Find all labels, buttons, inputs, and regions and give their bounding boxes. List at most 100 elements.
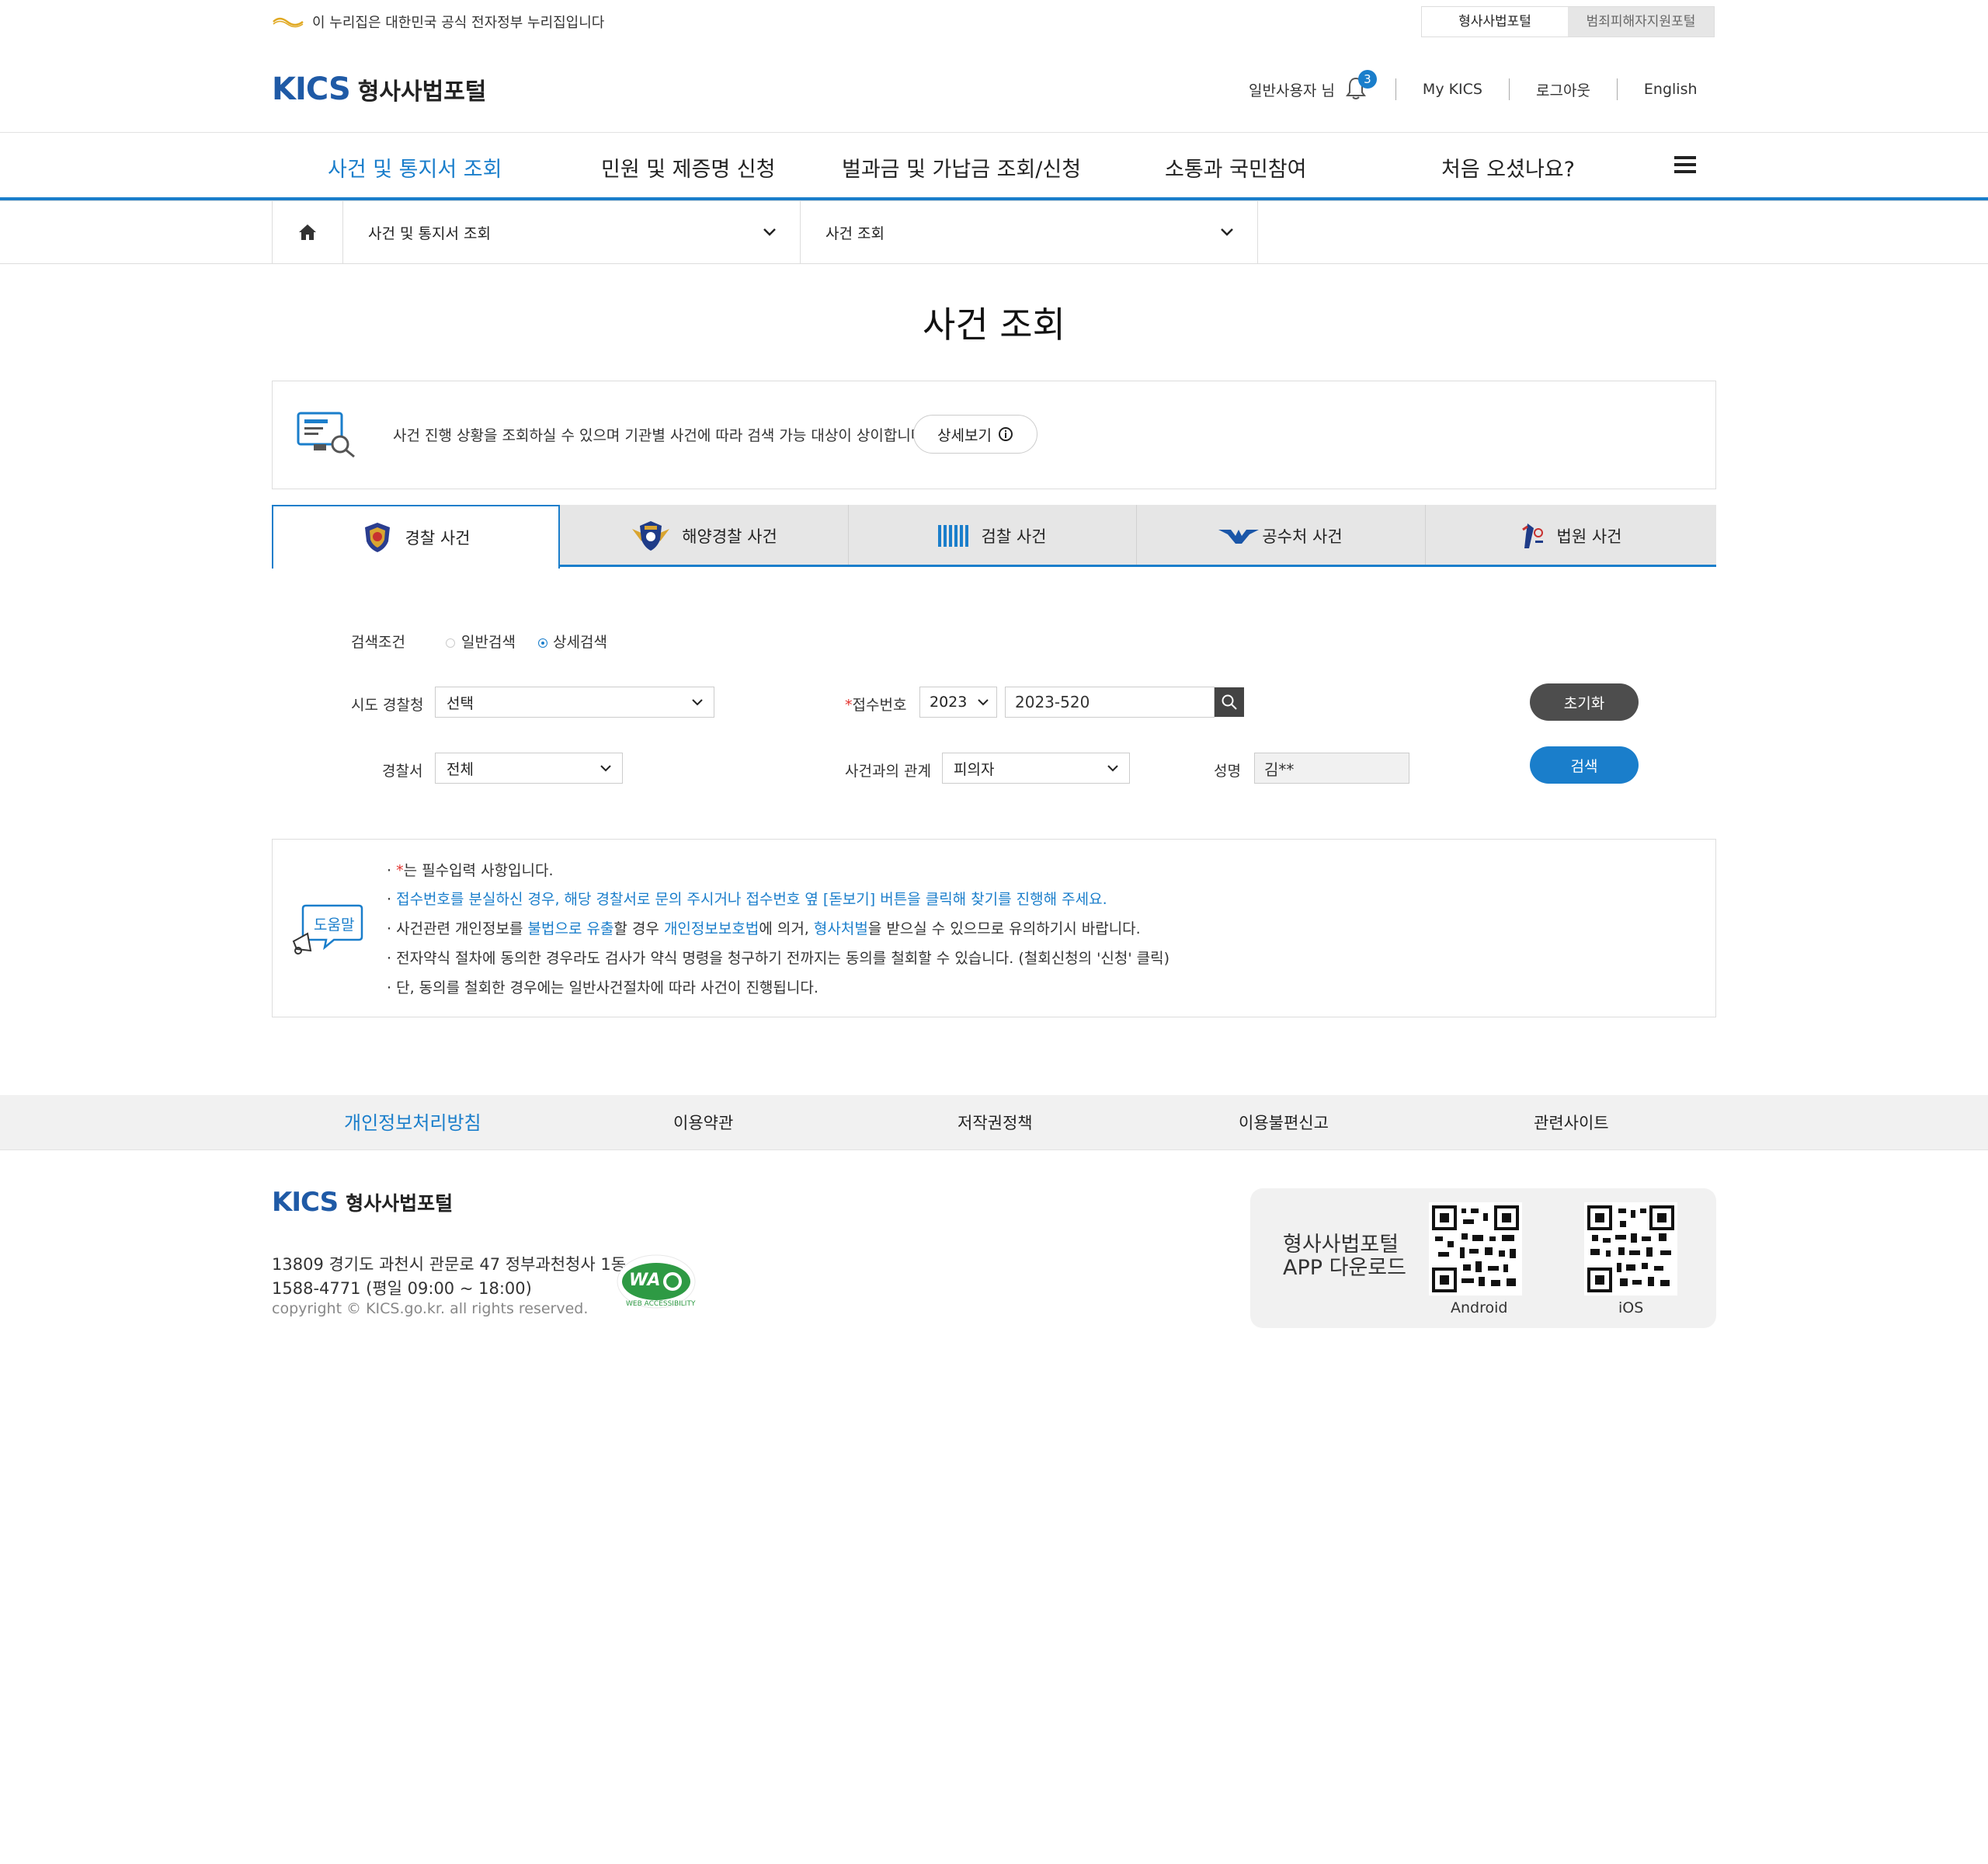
help-badge: 도움말 <box>290 902 365 955</box>
station-label: 경찰서 <box>382 763 423 780</box>
receipt-number-value: 2023-520 <box>1015 693 1090 711</box>
radio-detail-label: 상세검색 <box>553 634 607 651</box>
gnb-item-community[interactable]: 소통과 국민참여 <box>1165 152 1306 183</box>
footer-link-terms[interactable]: 이용약관 <box>673 1111 733 1134</box>
chevron-down-icon <box>978 699 989 706</box>
info-circle-icon <box>998 427 1013 441</box>
gnb-item-case[interactable]: 사건 및 통지서 조회 <box>328 152 502 183</box>
all-menu-button[interactable] <box>1674 155 1696 177</box>
my-kics-link[interactable]: My KICS <box>1423 81 1482 98</box>
receipt-year-select[interactable]: 2023 <box>919 687 997 718</box>
portal-switcher: 형사사법포털 범죄피해자지원포털 <box>1421 6 1715 37</box>
reset-button[interactable]: 초기화 <box>1530 683 1639 721</box>
portal-tab-victim[interactable]: 범죄피해자지원포털 <box>1568 7 1714 37</box>
tab-cio[interactable]: 공수처 사건 <box>1136 505 1425 567</box>
help-privacy-highlight: 불법으로 유출 <box>527 920 614 937</box>
detail-button[interactable]: 상세보기 <box>913 415 1037 454</box>
footer-link-related[interactable]: 관련사이트 <box>1534 1111 1609 1134</box>
tab-coast-guard-label: 해양경찰 사건 <box>682 527 777 546</box>
wa-mark-text: WA <box>629 1271 661 1290</box>
footer-address: 13809 경기도 과천시 관문로 47 정부과천청사 1동 <box>272 1255 627 1274</box>
radio-detail-search[interactable]: 상세검색 <box>539 631 607 652</box>
tab-prosecution-label: 검찰 사건 <box>981 527 1047 546</box>
app-download-text: 형사사법포털 APP 다운로드 <box>1283 1233 1406 1280</box>
tab-police[interactable]: 경찰 사건 <box>272 505 560 569</box>
chevron-down-icon <box>600 765 611 772</box>
help-line-required-text: 는 필수입력 사항입니다. <box>403 862 554 879</box>
radio-general-label: 일반검색 <box>461 634 516 651</box>
notification-button[interactable]: 3 <box>1344 70 1377 103</box>
logo-text: 형사사법포털 <box>357 78 487 106</box>
notification-badge: 3 <box>1357 70 1377 89</box>
tab-coast-guard[interactable]: 해양경찰 사건 <box>560 505 848 567</box>
gnb-item-fine[interactable]: 벌과금 및 가납금 조회/신청 <box>842 152 1081 183</box>
name-input[interactable]: 김** <box>1254 753 1409 784</box>
tab-court-label: 법원 사건 <box>1556 527 1622 546</box>
tab-police-label: 경찰 사건 <box>405 529 471 548</box>
chevron-down-icon <box>763 228 776 236</box>
station-select[interactable]: 전체 <box>435 753 623 784</box>
gov-notice-text: 이 누리집은 대한민국 공식 전자정부 누리집입니다 <box>312 15 605 31</box>
breadcrumb-home[interactable] <box>272 200 343 264</box>
qr-code-icon <box>1587 1205 1674 1292</box>
help-required-mark: * <box>396 862 404 879</box>
divider <box>1616 78 1618 100</box>
search-button-label: 검색 <box>1570 757 1598 775</box>
radio-general-search[interactable]: 일반검색 <box>446 631 516 652</box>
help-badge-label: 도움말 <box>314 916 355 934</box>
footer-copyright: copyright © KICS.go.kr. all rights reser… <box>272 1300 589 1317</box>
footer-logo-mark: KICS <box>272 1187 339 1218</box>
page-title: 사건 조회 <box>923 304 1065 346</box>
receipt-label-text: 접수번호 <box>852 697 907 714</box>
site-logo[interactable]: KICS 형사사법포털 <box>272 71 486 107</box>
relation-select[interactable]: 피의자 <box>942 753 1130 784</box>
app-download-line2: APP 다운로드 <box>1283 1256 1406 1280</box>
sido-select[interactable]: 선택 <box>435 687 714 718</box>
search-button[interactable]: 검색 <box>1530 746 1639 784</box>
footer-link-report[interactable]: 이용불편신고 <box>1239 1111 1329 1134</box>
english-link[interactable]: English <box>1644 81 1698 98</box>
home-icon <box>299 224 316 240</box>
qr-android-label: Android <box>1451 1299 1508 1316</box>
gnb-item-first-visit[interactable]: 처음 오셨나요? <box>1441 152 1575 183</box>
qr-ios[interactable] <box>1584 1202 1677 1295</box>
breadcrumb-level2-label: 사건 조회 <box>825 224 885 242</box>
user-name: 일반사용자 님 <box>1249 82 1335 99</box>
logout-link[interactable]: 로그아웃 <box>1536 79 1590 100</box>
portal-tab-kics[interactable]: 형사사법포털 <box>1422 7 1568 37</box>
hamburger-icon <box>1674 156 1696 173</box>
breadcrumb-level2-select[interactable]: 사건 조회 <box>801 200 1258 264</box>
breadcrumb-level1-select[interactable]: 사건 및 통지서 조회 <box>343 200 801 264</box>
receipt-lookup-button[interactable] <box>1215 687 1244 717</box>
gnb-item-civil[interactable]: 민원 및 제증명 신청 <box>601 152 775 183</box>
chevron-down-icon <box>1107 765 1118 772</box>
sido-label: 시도 경찰청 <box>351 697 424 714</box>
qr-android[interactable] <box>1429 1202 1522 1295</box>
receipt-label: *접수번호 <box>845 694 906 715</box>
breadcrumb-level1-label: 사건 및 통지서 조회 <box>368 224 491 242</box>
logo-mark: KICS <box>272 71 351 107</box>
chevron-down-icon <box>692 699 703 706</box>
help-line-withdraw: · 단, 동의를 철회한 경우에는 일반사건절차에 따라 사건이 진행됩니다. <box>387 979 818 996</box>
tab-court[interactable]: 법원 사건 <box>1425 505 1716 567</box>
court-emblem-icon <box>1521 523 1543 548</box>
detail-button-label: 상세보기 <box>937 426 992 444</box>
footer-link-copyright[interactable]: 저작권정책 <box>958 1111 1033 1134</box>
relation-label: 사건과의 관계 <box>845 763 931 780</box>
utility-nav: 일반사용자 님 3 My KICS 로그아웃 English <box>1249 70 1698 104</box>
info-text: 사건 진행 상황을 조회하실 수 있으며 기관별 사건에 따라 검색 가능 대상… <box>393 427 930 444</box>
name-label: 성명 <box>1214 763 1241 780</box>
tab-cio-label: 공수처 사건 <box>1262 527 1343 546</box>
wa-caption: WEB ACCESSIBILITY <box>626 1300 696 1308</box>
help-line-privacy: · 사건관련 개인정보를 불법으로 유출할 경우 개인정보보호법에 의거, 형사… <box>387 920 1141 937</box>
footer-link-privacy[interactable]: 개인정보처리방침 <box>344 1108 481 1135</box>
receipt-number-input[interactable]: 2023-520 <box>1005 687 1215 718</box>
web-accessibility-mark: WA WEB ACCESSIBILITY <box>613 1252 699 1311</box>
chevron-down-icon <box>1221 228 1233 236</box>
main-nav: 사건 및 통지서 조회 민원 및 제증명 신청 벌과금 및 가납금 조회/신청 … <box>272 134 1716 197</box>
tab-prosecution[interactable]: 검찰 사건 <box>848 505 1136 567</box>
app-download-line1: 형사사법포털 <box>1283 1233 1399 1257</box>
search-condition-label: 검색조건 <box>351 634 405 651</box>
receipt-year-value: 2023 <box>930 694 968 711</box>
footer-logo: KICS 형사사법포털 <box>272 1187 453 1218</box>
